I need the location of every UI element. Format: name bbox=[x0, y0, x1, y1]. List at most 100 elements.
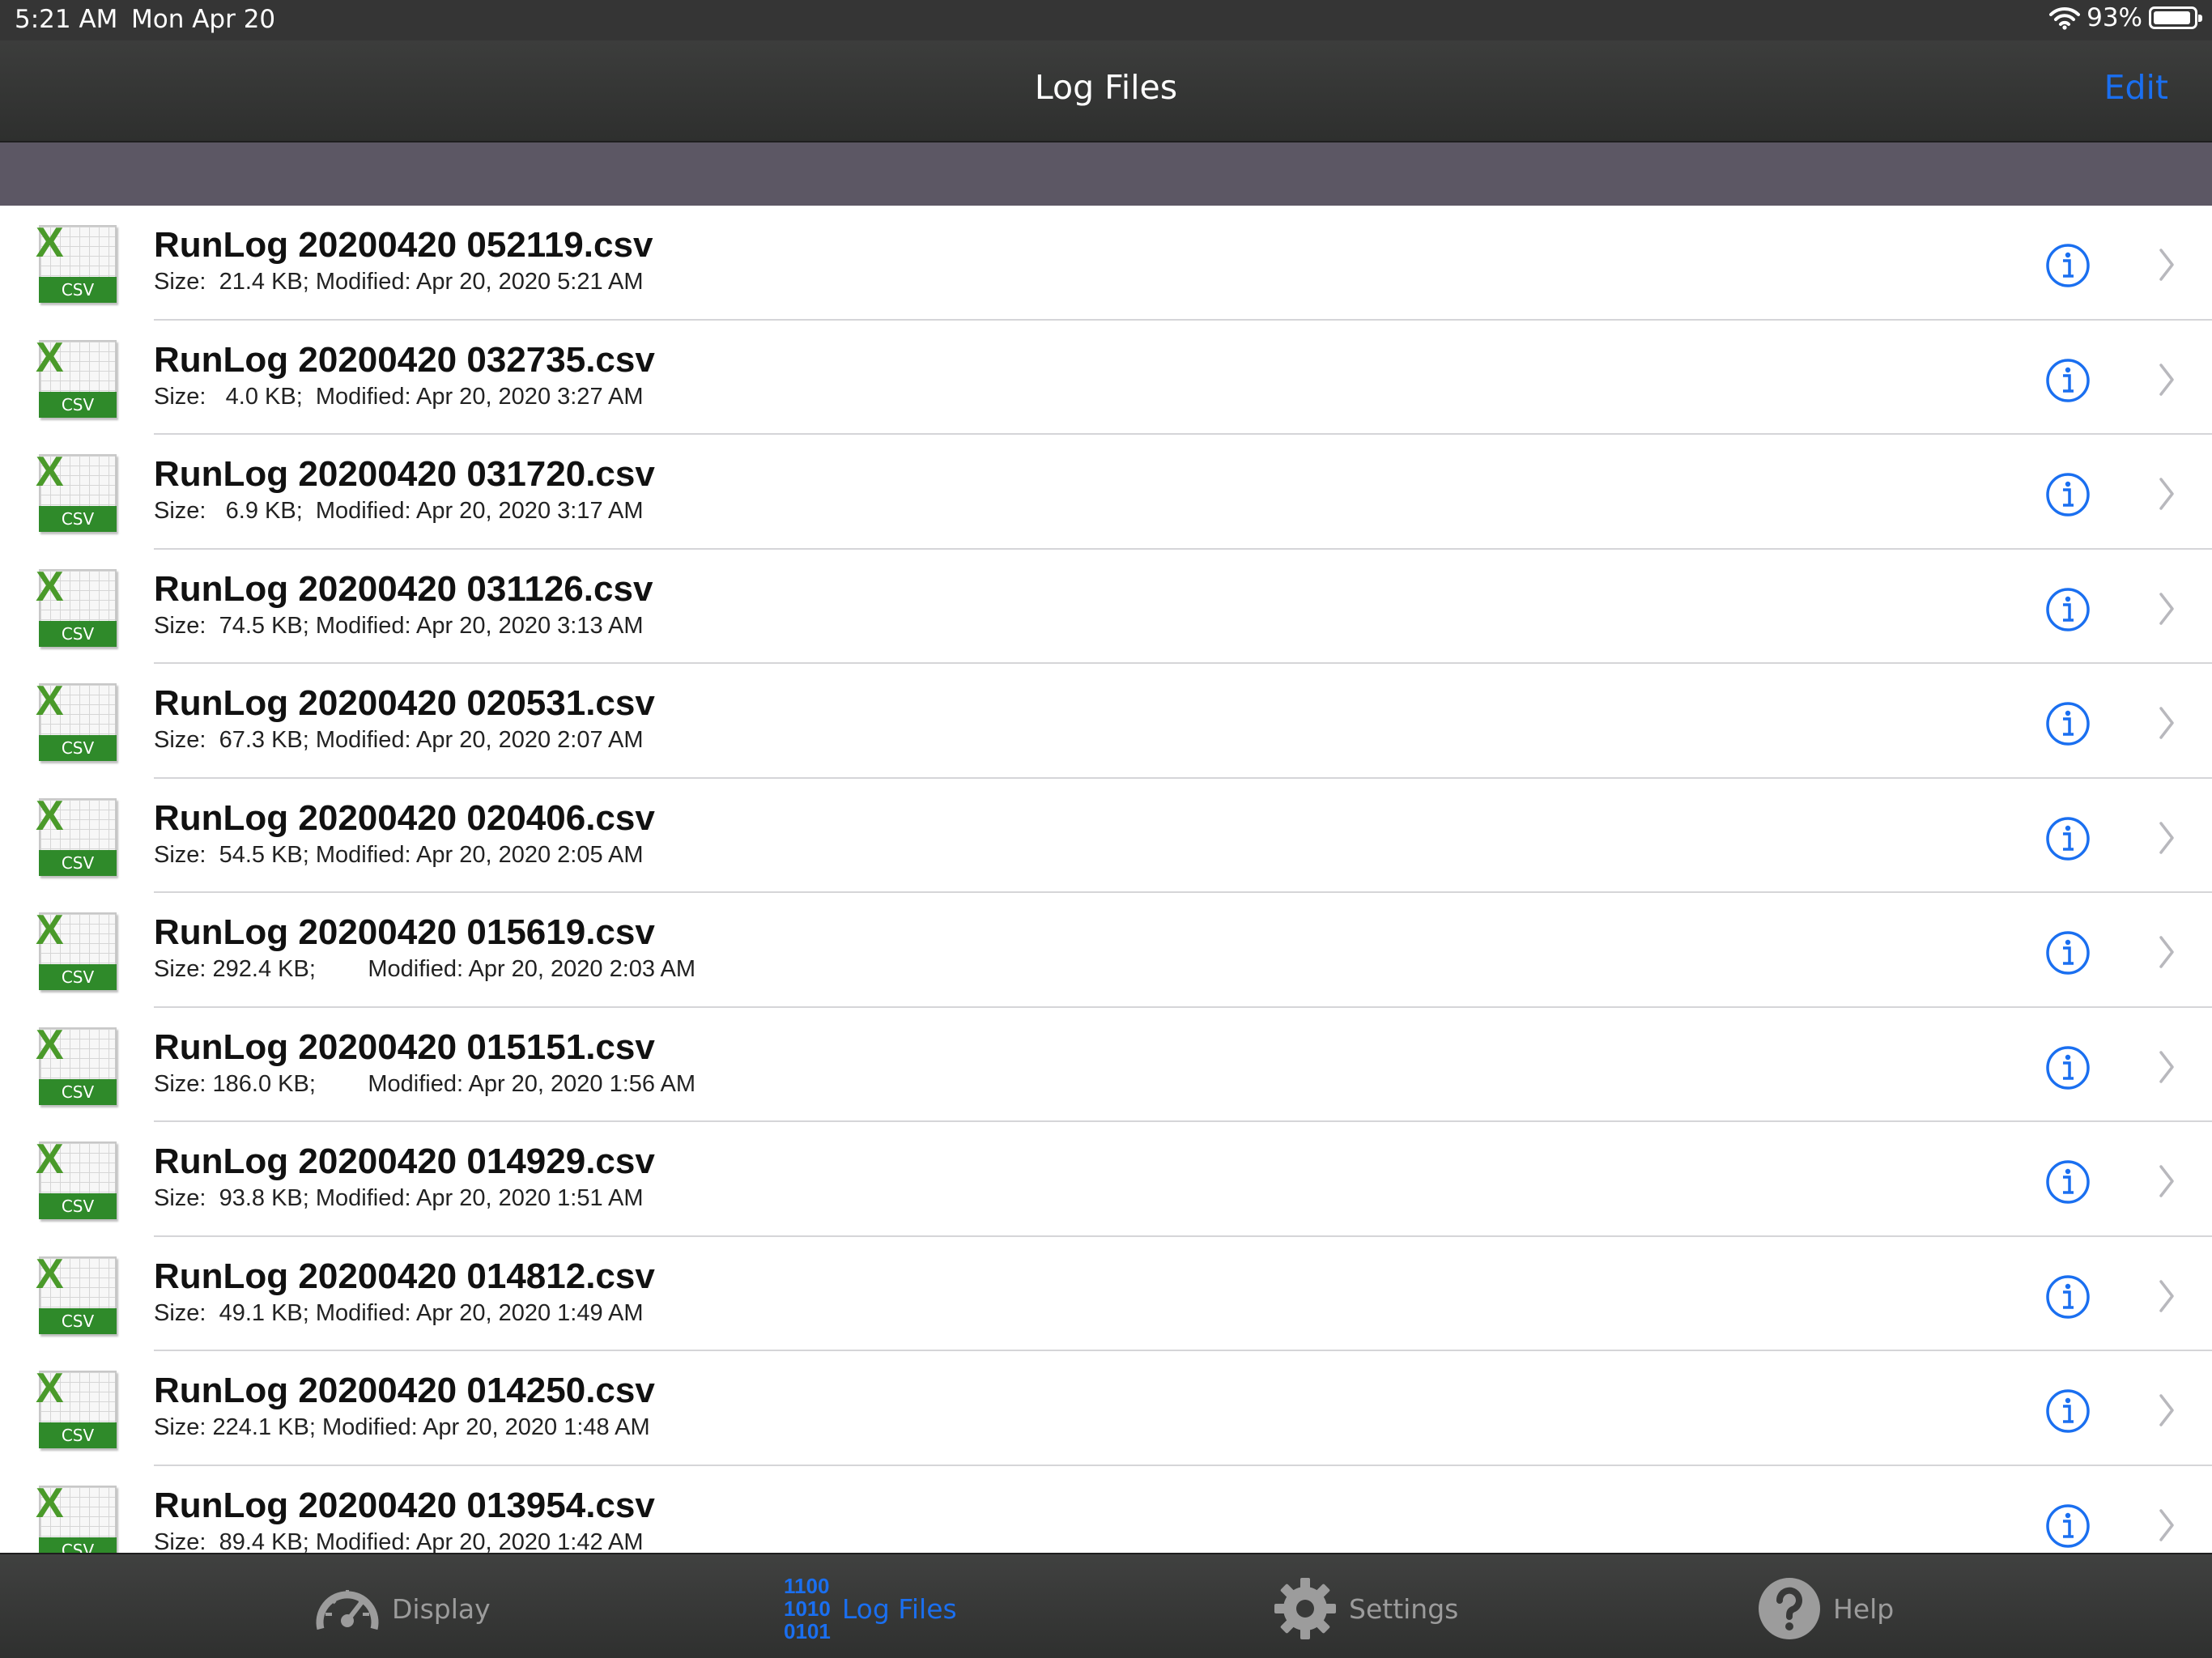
csv-file-icon: X CSV bbox=[36, 907, 120, 993]
file-name: RunLog 20200420 014250.csv bbox=[154, 1371, 655, 1410]
file-name: RunLog 20200420 015151.csv bbox=[154, 1027, 655, 1067]
csv-mark: X bbox=[36, 907, 64, 954]
info-circle-icon[interactable] bbox=[2045, 930, 2091, 976]
edit-button[interactable]: Edit bbox=[2104, 68, 2168, 107]
file-row[interactable]: X CSV RunLog 20200420 015151.csv Size: 1… bbox=[0, 1007, 2212, 1122]
chevron-right-icon bbox=[2159, 592, 2174, 625]
csv-mark: X bbox=[36, 1365, 64, 1412]
csv-mark: X bbox=[36, 678, 64, 725]
navigation-bar: Log Files Edit bbox=[0, 40, 2212, 142]
tab-label-log-files: Log Files bbox=[841, 1592, 957, 1625]
tab-log-files[interactable]: 1100 1010 0101 Log Files bbox=[784, 1572, 957, 1645]
chevron-right-icon bbox=[2159, 1165, 2174, 1197]
section-header-bar bbox=[0, 142, 2212, 206]
info-circle-icon[interactable] bbox=[2045, 472, 2091, 517]
file-meta: Size: 224.1 KB; Modified: Apr 20, 2020 1… bbox=[154, 1414, 650, 1440]
file-row[interactable]: X CSV RunLog 20200420 014250.csv Size: 2… bbox=[0, 1351, 2212, 1466]
csv-mark: X bbox=[36, 1021, 64, 1069]
file-row[interactable]: X CSV RunLog 20200420 031126.csv Size: 7… bbox=[0, 549, 2212, 664]
file-name: RunLog 20200420 031126.csv bbox=[154, 568, 653, 609]
file-meta: Size: 292.4 KB; Modified: Apr 20, 2020 2… bbox=[154, 956, 696, 982]
tab-display[interactable]: Display bbox=[314, 1572, 491, 1645]
file-meta: Size: 93.8 KB; Modified: Apr 20, 2020 1:… bbox=[154, 1185, 644, 1211]
info-circle-icon[interactable] bbox=[2045, 1274, 2091, 1320]
tab-label-help: Help bbox=[1833, 1592, 1895, 1625]
csv-badge: CSV bbox=[39, 620, 117, 647]
file-name: RunLog 20200420 014929.csv bbox=[154, 1141, 655, 1181]
info-circle-icon[interactable] bbox=[2045, 1159, 2091, 1205]
chevron-right-icon bbox=[2159, 1394, 2174, 1426]
csv-file-icon: X CSV bbox=[36, 1365, 120, 1452]
status-bar: 5:21 AM Mon Apr 20 93% bbox=[0, 0, 2212, 40]
file-name: RunLog 20200420 052119.csv bbox=[154, 225, 653, 265]
csv-badge: CSV bbox=[39, 391, 117, 418]
file-meta: Size: 186.0 KB; Modified: Apr 20, 2020 1… bbox=[154, 1070, 696, 1097]
info-circle-icon[interactable] bbox=[2045, 587, 2091, 632]
chevron-right-icon bbox=[2159, 707, 2174, 739]
csv-mark: X bbox=[36, 219, 64, 266]
file-row[interactable]: X CSV RunLog 20200420 014929.csv Size: 9… bbox=[0, 1122, 2212, 1237]
csv-mark: X bbox=[36, 1479, 64, 1527]
file-meta: Size: 21.4 KB; Modified: Apr 20, 2020 5:… bbox=[154, 269, 644, 295]
csv-file-icon: X CSV bbox=[36, 1480, 120, 1553]
info-circle-icon[interactable] bbox=[2045, 1503, 2091, 1549]
csv-mark: X bbox=[36, 449, 64, 495]
file-name: RunLog 20200420 031720.csv bbox=[154, 454, 655, 494]
file-name: RunLog 20200420 015619.csv bbox=[154, 912, 655, 952]
speedometer-icon bbox=[316, 1590, 379, 1630]
csv-file-icon: X CSV bbox=[36, 334, 120, 421]
csv-badge: CSV bbox=[39, 849, 117, 876]
csv-badge: CSV bbox=[39, 735, 117, 761]
csv-file-icon: X CSV bbox=[36, 678, 120, 764]
csv-mark: X bbox=[36, 1250, 64, 1298]
battery-fill bbox=[2154, 11, 2190, 24]
chevron-right-icon bbox=[2159, 478, 2174, 510]
file-row[interactable]: X CSV RunLog 20200420 014812.csv Size: 4… bbox=[0, 1236, 2212, 1351]
csv-badge: CSV bbox=[39, 1537, 117, 1553]
file-name: RunLog 20200420 020406.csv bbox=[154, 797, 655, 838]
csv-mark: X bbox=[36, 334, 64, 381]
tab-label-settings: Settings bbox=[1349, 1592, 1459, 1625]
info-circle-icon[interactable] bbox=[2045, 358, 2091, 403]
file-row[interactable]: X CSV RunLog 20200420 032735.csv Size: 4… bbox=[0, 320, 2212, 435]
info-circle-icon[interactable] bbox=[2045, 701, 2091, 746]
info-circle-icon[interactable] bbox=[2045, 1045, 2091, 1090]
tab-help[interactable]: Help bbox=[1757, 1572, 1894, 1645]
csv-badge: CSV bbox=[39, 964, 117, 990]
file-meta: Size: 4.0 KB; Modified: Apr 20, 2020 3:2… bbox=[154, 383, 644, 410]
binary-icon: 1100 1010 0101 bbox=[784, 1575, 831, 1643]
chevron-right-icon bbox=[2159, 1508, 2174, 1541]
file-row[interactable]: X CSV RunLog 20200420 020531.csv Size: 6… bbox=[0, 664, 2212, 779]
chevron-right-icon bbox=[2159, 936, 2174, 968]
battery-icon bbox=[2149, 6, 2202, 29]
info-circle-icon[interactable] bbox=[2045, 816, 2091, 861]
file-name: RunLog 20200420 020531.csv bbox=[154, 683, 655, 723]
chevron-right-icon bbox=[2159, 363, 2174, 396]
file-row[interactable]: X CSV RunLog 20200420 020406.csv Size: 5… bbox=[0, 778, 2212, 893]
info-circle-icon[interactable] bbox=[2045, 1388, 2091, 1434]
csv-file-icon: X CSV bbox=[36, 1251, 120, 1337]
file-meta: Size: 67.3 KB; Modified: Apr 20, 2020 2:… bbox=[154, 727, 644, 753]
file-row[interactable]: X CSV RunLog 20200420 031720.csv Size: 6… bbox=[0, 435, 2212, 550]
file-row[interactable]: X CSV RunLog 20200420 015619.csv Size: 2… bbox=[0, 893, 2212, 1008]
status-indicators: 93% bbox=[2049, 3, 2202, 32]
tab-bar: Display 1100 1010 0101 Log Files Setting… bbox=[0, 1553, 2212, 1658]
file-list[interactable]: X CSV RunLog 20200420 052119.csv Size: 2… bbox=[0, 206, 2212, 1553]
battery-percent: 93% bbox=[2087, 3, 2142, 32]
chevron-right-icon bbox=[2159, 1279, 2174, 1312]
info-circle-icon[interactable] bbox=[2045, 243, 2091, 288]
binary-line: 0101 bbox=[784, 1619, 831, 1643]
csv-mark: X bbox=[36, 792, 64, 840]
wifi-icon bbox=[2049, 6, 2081, 30]
csv-file-icon: X CSV bbox=[36, 793, 120, 879]
file-row[interactable]: X CSV RunLog 20200420 013954.csv Size: 8… bbox=[0, 1465, 2212, 1553]
tab-settings[interactable]: Settings bbox=[1273, 1572, 1458, 1645]
csv-file-icon: X CSV bbox=[36, 219, 120, 306]
csv-file-icon: X CSV bbox=[36, 1136, 120, 1222]
file-meta: Size: 54.5 KB; Modified: Apr 20, 2020 2:… bbox=[154, 841, 644, 868]
file-row[interactable]: X CSV RunLog 20200420 052119.csv Size: 2… bbox=[0, 206, 2212, 321]
chevron-right-icon bbox=[2159, 821, 2174, 854]
csv-badge: CSV bbox=[39, 1193, 117, 1219]
binary-line: 1010 bbox=[784, 1596, 831, 1621]
csv-file-icon: X CSV bbox=[36, 1022, 120, 1108]
